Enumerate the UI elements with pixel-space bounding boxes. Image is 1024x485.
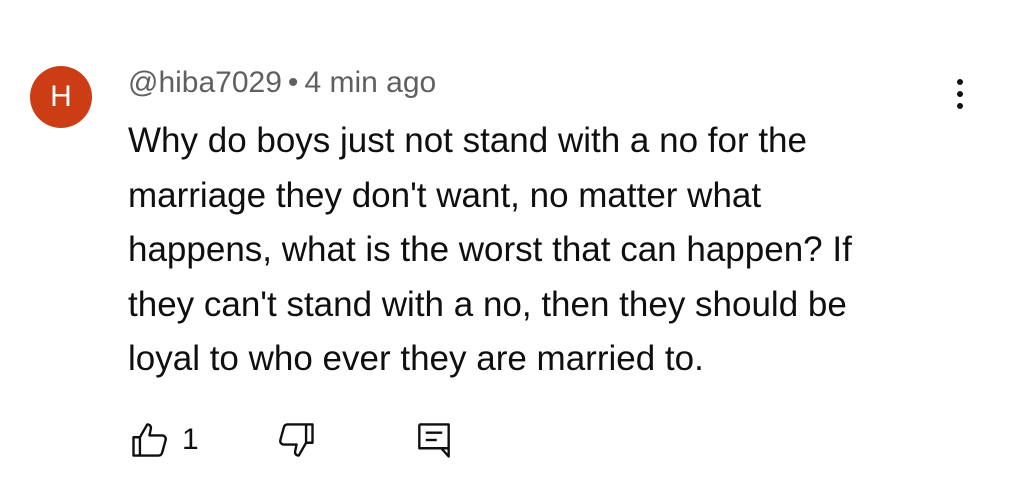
like-count: 1 [182, 423, 199, 456]
comment-line: loyal to who ever they are married to. [128, 339, 704, 378]
more-vert-icon-dot [957, 103, 963, 109]
comment-line: Why do boys just not stand with a no for… [128, 121, 807, 160]
thumbs-up-icon [128, 418, 172, 462]
comment-actions: 1 [128, 418, 488, 462]
avatar[interactable]: H [30, 66, 92, 128]
more-options-button[interactable] [940, 74, 980, 114]
comment-item: H @hiba7029 • 4 min ago Why do boys just n… [0, 0, 1024, 485]
comment-line: happens, what is the worst that can happ… [128, 230, 852, 269]
meta-separator: • [287, 66, 299, 99]
comment-line: they can't stand with a no, then they sh… [128, 284, 847, 324]
comment-line: marriage they don't want, no matter what [128, 175, 762, 215]
timestamp[interactable]: 4 min ago [304, 66, 436, 99]
reply-button[interactable] [412, 418, 456, 462]
dislike-button[interactable] [274, 418, 318, 462]
thumbs-down-icon [274, 418, 318, 462]
more-vert-icon-dot [957, 91, 963, 97]
avatar-letter: H [50, 80, 72, 113]
reply-comment-icon [412, 418, 456, 462]
comment-meta: @hiba7029 • 4 min ago [128, 66, 436, 100]
like-button[interactable]: 1 [128, 418, 199, 462]
author-handle[interactable]: @hiba7029 [128, 66, 282, 99]
comment-body: Why do boys just not stand with a no for… [128, 114, 928, 387]
more-vert-icon [957, 79, 963, 85]
